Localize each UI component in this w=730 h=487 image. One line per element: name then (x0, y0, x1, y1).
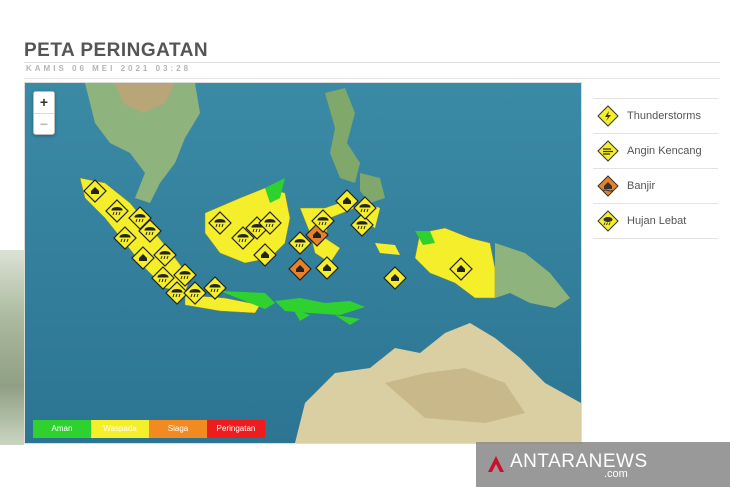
zoom-out-button[interactable]: − (34, 113, 54, 133)
flood-icon (597, 175, 619, 197)
thunderstorm-icon (597, 105, 619, 127)
level-peringatan: Peringatan (207, 420, 265, 438)
legend-item-banjir: Banjir (593, 168, 718, 203)
title-divider (24, 62, 720, 63)
timestamp: KAMIS 06 MEI 2021 03:28 (26, 64, 192, 73)
zoom-control: + − (33, 91, 55, 135)
background-photo-strip (0, 250, 24, 445)
legend-item-thunderstorms: Thunderstorms (593, 98, 718, 133)
legend-label: Hujan Lebat (627, 215, 687, 227)
heavy-rain-icon (597, 210, 619, 232)
zoom-in-button[interactable]: + (34, 92, 54, 113)
warning-map[interactable]: + − Aman Waspada Siaga Peringatan (24, 82, 582, 444)
legend-label: Angin Kencang (627, 145, 702, 157)
level-aman: Aman (33, 420, 91, 438)
level-waspada: Waspada (91, 420, 149, 438)
page-title: PETA PERINGATAN (24, 40, 209, 61)
antaranews-watermark: ANTARANEWS .com (476, 442, 730, 487)
legend-item-angin-kencang: Angin Kencang (593, 133, 718, 168)
antaranews-logo-icon (488, 456, 504, 472)
legend-item-hujan-lebat: Hujan Lebat (593, 203, 718, 239)
subtitle-divider (24, 78, 720, 79)
alert-level-legend: Aman Waspada Siaga Peringatan (33, 420, 265, 438)
level-siaga: Siaga (149, 420, 207, 438)
legend-label: Banjir (627, 180, 656, 192)
map-canvas[interactable] (25, 83, 581, 443)
legend-label: Thunderstorms (627, 110, 701, 122)
hazard-legend: Thunderstorms Angin Kencang Banjir Hujan… (593, 98, 718, 239)
watermark-domain: .com (604, 468, 628, 480)
strong-wind-icon (597, 140, 619, 162)
